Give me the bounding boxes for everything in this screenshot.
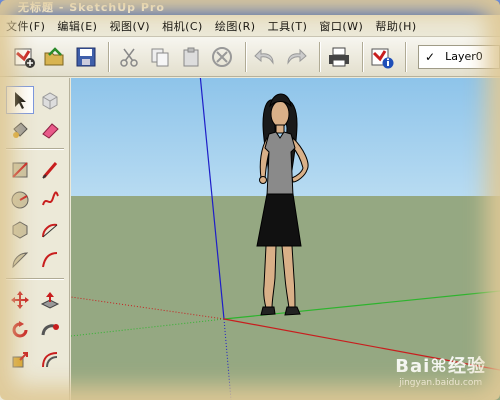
circle-icon [11,191,29,209]
rectangle-tool[interactable] [6,156,34,184]
paste-icon [183,47,199,66]
follow-me-icon [41,324,59,336]
erase-button[interactable] [209,42,236,72]
person-figure [256,93,309,316]
menu-bar: 文件(F) 编辑(E) 视图(V) 相机(C) 绘图(R) 工具(T) 窗口(W… [0,15,500,37]
pie-tool[interactable] [6,246,34,274]
menu-window[interactable]: 窗口(W) [313,18,369,34]
line-icon [42,162,58,179]
cut-button[interactable] [115,42,142,72]
paint-bucket-tool[interactable] [6,116,34,144]
watermark-logo: Bai⌘经验 [395,356,486,377]
freehand-tool[interactable] [36,186,64,214]
title-bar: 无标题 - SketchUp Pro [0,0,500,15]
copy-icon [151,48,169,66]
arc-icon [41,223,58,238]
rectangle-icon [12,162,28,178]
offset-tool[interactable] [36,346,64,374]
toolbar-separator [361,41,364,72]
cut-icon [120,48,138,67]
component-icon [42,92,58,110]
push-pull-icon [40,292,60,309]
menu-camera[interactable]: 相机(C) [156,18,209,34]
select-tool[interactable] [6,86,34,114]
watermark: Bai⌘经验 jingyan.baidu.com [395,352,486,388]
component-tool[interactable] [36,86,64,114]
move-icon [11,291,29,309]
scale-tool[interactable] [6,346,34,374]
save-icon [76,47,96,66]
select-icon [15,92,26,109]
menu-edit[interactable]: 编辑(E) [51,18,103,34]
green-axis-negative [71,318,225,337]
layer-selector[interactable]: ✓ Layer0 [418,44,500,69]
watermark-url: jingyan.baidu.com [399,378,483,388]
rotate-icon [12,321,28,338]
undo-icon [254,48,274,65]
scale-icon [12,352,28,368]
toolbar-separator [244,41,247,72]
polygon-icon [12,221,28,239]
palette-separator [6,278,64,280]
print-button[interactable] [326,42,353,72]
erase-icon [212,46,233,67]
redo-button[interactable] [283,42,310,72]
toolbar-separator [318,41,321,72]
open-button[interactable] [41,42,68,72]
curve-icon [42,252,58,268]
toolbar-separator [108,41,111,72]
freehand-icon [42,191,59,206]
model-info-button[interactable] [369,42,396,72]
copy-button[interactable] [146,42,173,72]
layer-name: Layer0 [445,50,483,63]
palette-separator [6,148,64,150]
follow-me-tool[interactable] [36,316,64,344]
open-icon [44,46,64,65]
menu-file[interactable]: 文件(F) [0,18,51,34]
window-title: 无标题 - SketchUp Pro [18,1,165,14]
line-tool[interactable] [36,156,64,184]
paint-bucket-icon [13,122,28,138]
blue-axis [199,78,225,320]
toolbar-separator [405,41,408,72]
menu-tools[interactable]: 工具(T) [262,18,314,34]
push-pull-tool[interactable] [36,286,64,314]
circle-tool[interactable] [6,186,34,214]
eraser-icon [42,123,59,139]
undo-button[interactable] [252,42,279,72]
eraser-tool[interactable] [36,116,64,144]
rotate-tool[interactable] [6,316,34,344]
pie-icon [12,252,29,269]
move-tool[interactable] [6,286,34,314]
arc-tool[interactable] [36,216,64,244]
standard-toolbar: ✓ Layer0 [0,37,500,77]
tool-palette [0,78,70,400]
sketchup-window: 无标题 - SketchUp Pro 文件(F) 编辑(E) 视图(V) 相机(… [0,0,500,400]
polygon-tool[interactable] [6,216,34,244]
save-button[interactable] [72,42,99,72]
layer-check-icon: ✓ [425,49,436,64]
red-axis-negative [71,296,225,320]
curve-tool[interactable] [36,246,64,274]
new-button[interactable] [10,42,37,72]
menu-view[interactable]: 视图(V) [103,18,156,34]
paste-button[interactable] [177,42,204,72]
model-info-icon [371,48,394,68]
new-icon [14,48,35,68]
blue-axis-negative [223,318,232,400]
print-icon [329,47,350,66]
offset-icon [42,352,58,368]
menu-help[interactable]: 帮助(H) [369,18,422,34]
menu-draw[interactable]: 绘图(R) [209,18,262,34]
redo-icon [287,48,308,65]
